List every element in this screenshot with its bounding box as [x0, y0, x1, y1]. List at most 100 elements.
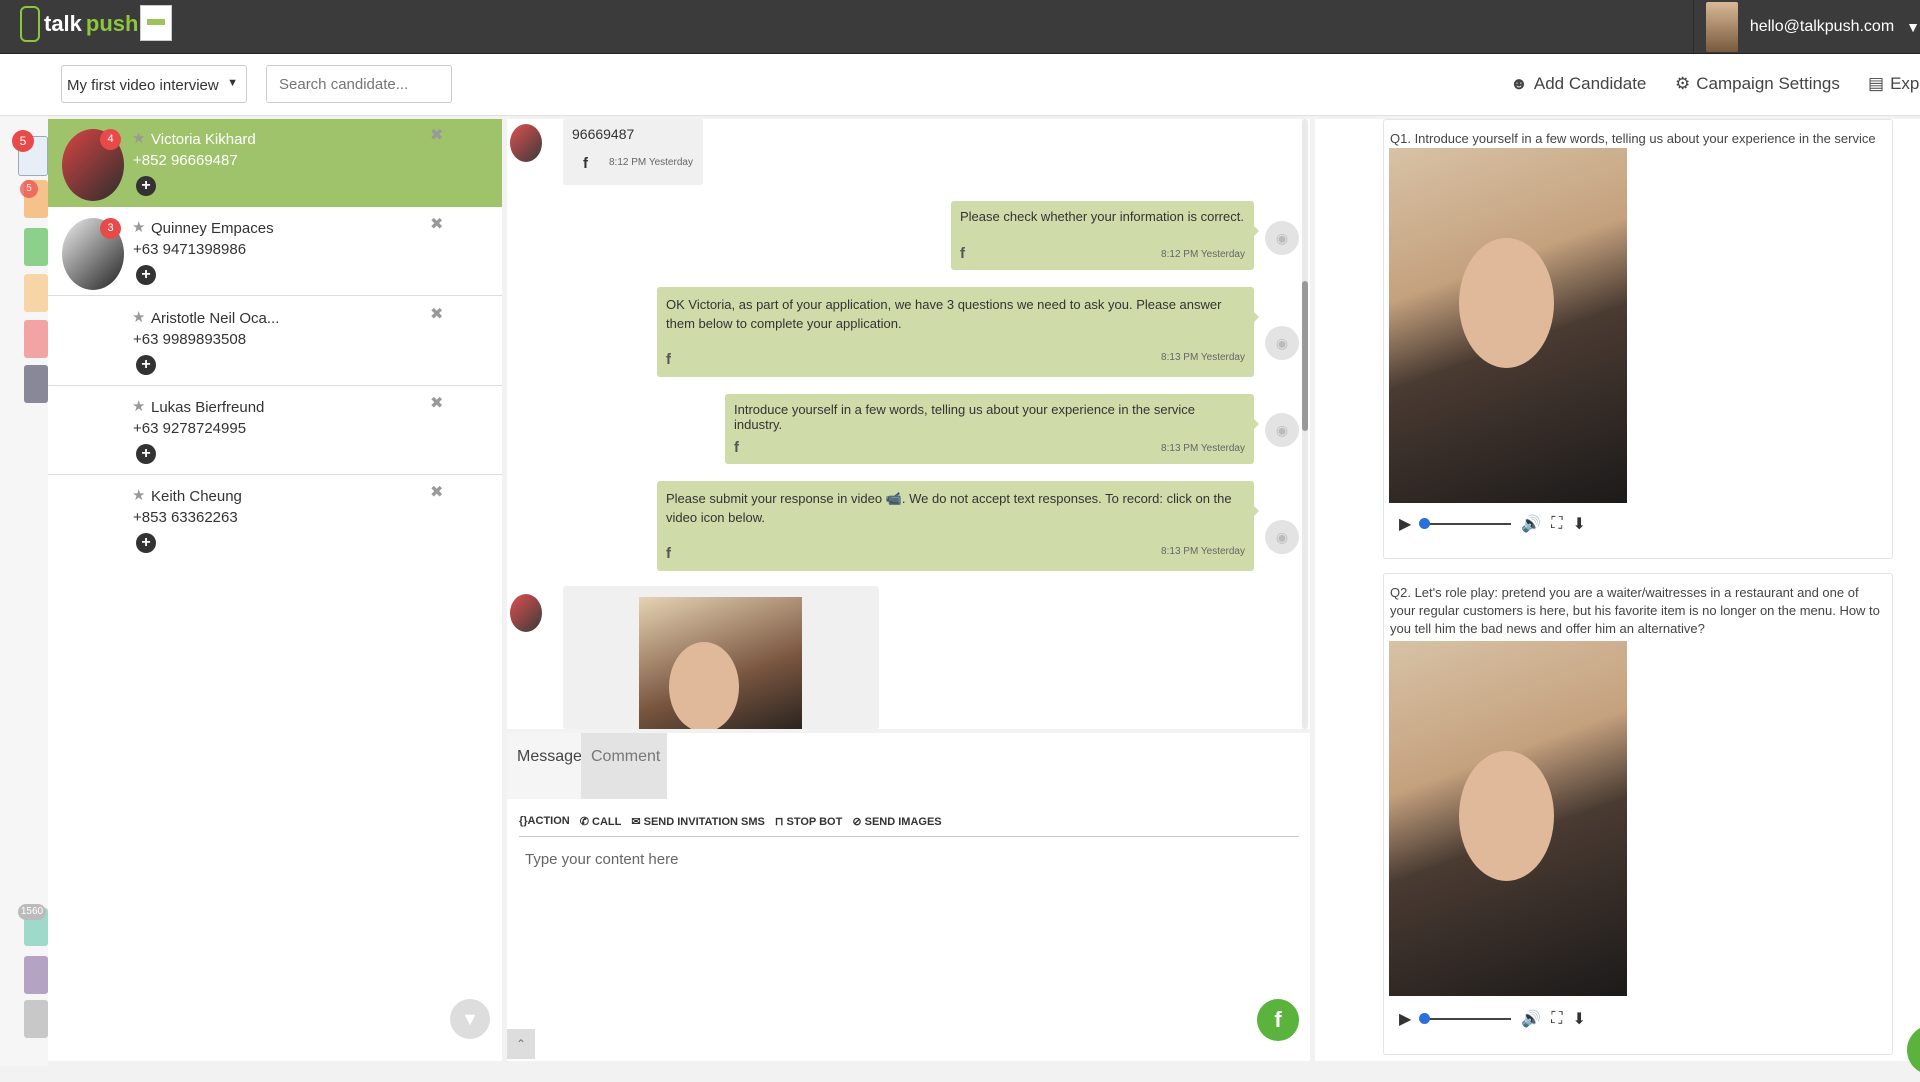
send-images-button[interactable]: ⊘ SEND IMAGES — [852, 815, 941, 836]
campaign-select[interactable]: My first video interview ▼ — [61, 65, 247, 103]
compose-panel: Message Comment {}ACTION ✆ CALL ✉ SEND I… — [507, 733, 1310, 1061]
download-icon[interactable]: ⬇ — [1572, 514, 1585, 534]
bot-message-text: Introduce yourself in a few words, telli… — [734, 402, 1196, 432]
rail-badge-inbox: 5 — [12, 130, 34, 152]
download-icon[interactable]: ⬇ — [1572, 1009, 1585, 1029]
bot-message-time: 8:13 PM Yesterday — [1161, 352, 1245, 363]
play-icon[interactable]: ▶ — [1399, 514, 1411, 534]
company-logo[interactable] — [140, 5, 172, 41]
campaign-settings-button[interactable]: ⚙ Campaign Settings — [1675, 74, 1840, 94]
video-thumbnail-face — [669, 642, 739, 729]
facebook-icon: f — [734, 439, 739, 456]
campaign-toolbar: My first video interview ▼ ☻ Add Candidate… — [0, 54, 1920, 116]
candidate-phone: +63 9278724995 — [133, 420, 247, 437]
plus-icon[interactable]: + — [136, 533, 156, 553]
plus-icon[interactable]: + — [136, 265, 156, 285]
star-icon[interactable]: ★ — [132, 218, 145, 236]
volume-icon[interactable]: 🔊 — [1521, 1009, 1541, 1029]
rail-stage-flagged[interactable] — [24, 274, 48, 312]
bot-icon: ◉ — [1265, 221, 1299, 255]
call-label: CALL — [592, 816, 622, 828]
plus-icon[interactable]: + — [136, 355, 156, 375]
chevron-down-icon[interactable]: ▼ — [1906, 19, 1920, 35]
close-icon[interactable]: ✖ — [430, 304, 443, 324]
plus-icon[interactable]: + — [136, 444, 156, 464]
campaign-settings-label: Campaign Settings — [1696, 74, 1840, 93]
close-icon[interactable]: ✖ — [430, 393, 443, 413]
candidate-phone: +853 63362263 — [133, 509, 238, 526]
user-menu[interactable]: hello@talkpush.com ▼ — [1693, 0, 1920, 54]
stop-bot-button[interactable]: ⊓ STOP BOT — [775, 815, 842, 836]
add-candidate-button[interactable]: ☻ Add Candidate — [1510, 74, 1646, 94]
answers-panel: Q1. Introduce yourself in a few words, t… — [1315, 119, 1920, 1061]
bot-icon: ◉ — [1265, 326, 1299, 360]
search-candidate-input[interactable] — [266, 65, 452, 103]
bot-message-time: 8:12 PM Yesterday — [1161, 249, 1245, 260]
rail-stage-trash[interactable] — [24, 1000, 48, 1038]
conversation-panel: 96669487 f 8:12 PM Yesterday Please chec… — [507, 119, 1310, 729]
progress-slider[interactable] — [1419, 518, 1512, 529]
candidate-row-keith[interactable]: ★ Keith Cheung +853 63362263 + ✖ — [48, 476, 502, 564]
candidate-chat-avatar — [510, 594, 542, 632]
candidate-row-aristotle[interactable]: ★ Aristotle Neil Oca... +63 9989893508 +… — [48, 298, 502, 386]
candidate-row-quinney[interactable]: 3 ★ Quinney Empaces +63 9471398986 + ✖ — [48, 208, 502, 296]
candidate-row-victoria[interactable]: 4 ★ Victoria Kikhard +852 96669487 + ✖ — [48, 119, 502, 207]
star-icon[interactable]: ★ — [132, 308, 145, 326]
send-images-label: SEND IMAGES — [864, 816, 942, 828]
filter-icon[interactable]: ▼ — [450, 999, 490, 1039]
call-button[interactable]: ✆ CALL — [580, 815, 622, 836]
bot-message-time: 8:13 PM Yesterday — [1161, 546, 1245, 557]
incoming-video-message — [563, 586, 879, 729]
candidate-name: Aristotle Neil Oca... — [151, 310, 280, 327]
video-thumbnail[interactable] — [639, 597, 802, 729]
rail-badge-review: 5 — [20, 180, 38, 198]
close-icon[interactable]: ✖ — [430, 214, 443, 234]
talkpush-logo[interactable]: talk push — [20, 6, 138, 42]
paperclip-icon: ⊘ — [852, 816, 862, 828]
lock-icon: ⊓ — [774, 816, 784, 828]
plus-icon[interactable]: + — [136, 176, 156, 196]
candidate-list: 4 ★ Victoria Kikhard +852 96669487 + ✖ 3… — [48, 119, 502, 1061]
candidate-phone: +63 9471398986 — [133, 241, 247, 258]
rail-stage-rejected[interactable] — [24, 320, 48, 358]
video-player-controls: ▶ 🔊 ⛶ ⬇ — [1389, 509, 1627, 539]
fullscreen-icon[interactable]: ⛶ — [1551, 515, 1562, 533]
tab-comment[interactable]: Comment — [581, 733, 667, 799]
candidate-name: Quinney Empaces — [151, 220, 274, 237]
volume-icon[interactable]: 🔊 — [1521, 514, 1541, 534]
fullscreen-icon[interactable]: ⛶ — [1551, 1010, 1562, 1028]
chat-scrollbar[interactable] — [1302, 119, 1308, 729]
answer-video[interactable] — [1389, 148, 1627, 503]
answer-video[interactable] — [1389, 641, 1627, 996]
facebook-icon: f — [666, 545, 671, 562]
candidate-phone: +63 9989893508 — [133, 331, 247, 348]
bot-message: Introduce yourself in a few words, telli… — [725, 394, 1259, 464]
close-icon[interactable]: ✖ — [430, 482, 443, 502]
bot-icon: ◉ — [1265, 413, 1299, 447]
star-icon[interactable]: ★ — [132, 129, 145, 147]
send-facebook-button[interactable]: f — [1257, 999, 1299, 1041]
play-icon[interactable]: ▶ — [1399, 1009, 1411, 1029]
star-icon[interactable]: ★ — [132, 397, 145, 415]
phone-icon: ✆ — [579, 816, 589, 828]
collapse-chevron-icon[interactable]: ⌃ — [507, 1029, 535, 1059]
send-invitation-sms-button[interactable]: ✉ SEND INVITATION SMS — [631, 815, 765, 836]
star-icon[interactable]: ★ — [132, 486, 145, 504]
bot-message: OK Victoria, as part of your application… — [657, 287, 1259, 377]
export-icon: ▤ — [1868, 74, 1885, 93]
export-button[interactable]: ▤ Expo — [1868, 74, 1920, 94]
answer-card: Q1. Introduce yourself in a few words, t… — [1383, 119, 1893, 559]
rail-stage-archived[interactable] — [24, 365, 48, 403]
rail-stage-messages[interactable] — [24, 956, 48, 994]
scrollbar-thumb[interactable] — [1302, 281, 1308, 431]
message-input[interactable]: Type your content here — [525, 851, 678, 868]
candidate-chat-avatar — [510, 124, 542, 162]
candidate-row-lukas[interactable]: ★ Lukas Bierfreund +63 9278724995 + ✖ — [48, 387, 502, 475]
progress-slider[interactable] — [1419, 1013, 1512, 1024]
close-icon[interactable]: ✖ — [430, 125, 443, 145]
rail-stage-approved[interactable] — [24, 228, 48, 266]
video-face — [1459, 751, 1554, 881]
logo-icon — [20, 6, 40, 42]
action-button[interactable]: {}ACTION — [519, 815, 570, 836]
tab-message[interactable]: Message — [507, 733, 582, 799]
